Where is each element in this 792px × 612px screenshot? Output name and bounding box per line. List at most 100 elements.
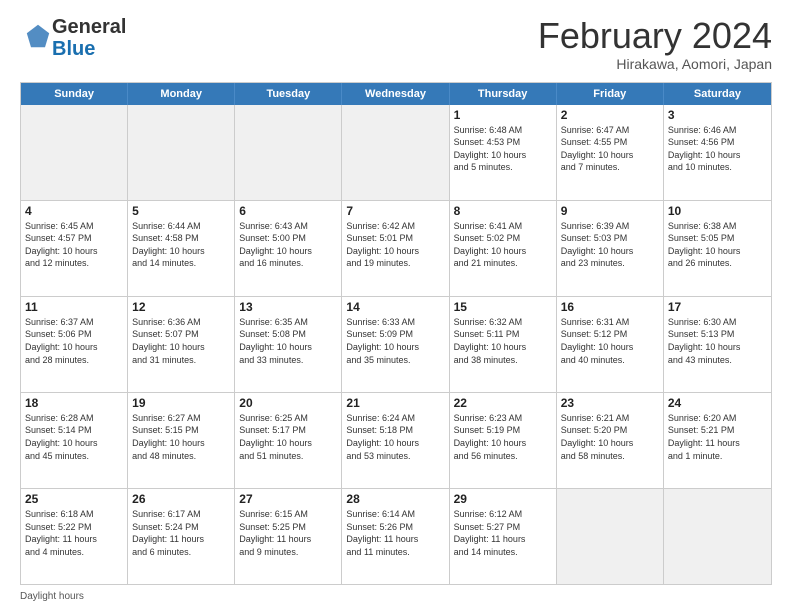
calendar-cell: 11 Sunrise: 6:37 AM Sunset: 5:06 PM Dayli… — [21, 297, 128, 392]
cell-info: Sunrise: 6:17 AM Sunset: 5:24 PM Dayligh… — [132, 508, 230, 558]
calendar: SundayMondayTuesdayWednesdayThursdayFrid… — [20, 82, 772, 585]
day-number: 25 — [25, 492, 123, 506]
calendar-cell: 9 Sunrise: 6:39 AM Sunset: 5:03 PM Daylig… — [557, 201, 664, 296]
calendar-cell: 23Sunrise: 6:21 AM Sunset: 5:20 PM Dayli… — [557, 393, 664, 488]
page: General Blue February 2024 Hirakawa, Aom… — [0, 0, 792, 612]
day-number: 6 — [239, 204, 337, 218]
cell-info: Sunrise: 6:14 AM Sunset: 5:26 PM Dayligh… — [346, 508, 444, 558]
calendar-cell: 13 Sunrise: 6:35 AM Sunset: 5:08 PM Dayli… — [235, 297, 342, 392]
logo: General Blue — [20, 16, 126, 60]
day-number: 1 — [454, 108, 552, 122]
month-title: February 2024 — [538, 16, 772, 56]
day-number: 14 — [346, 300, 444, 314]
cell-info: Sunrise: 6:18 AM Sunset: 5:22 PM Dayligh… — [25, 508, 123, 558]
calendar-cell: 7 Sunrise: 6:42 AM Sunset: 5:01 PM Daylig… — [342, 201, 449, 296]
day-number: 17 — [668, 300, 767, 314]
cell-info: Sunrise: 6:30 AM Sunset: 5:13 PM Dayligh… — [668, 316, 767, 366]
calendar-row: 1 Sunrise: 6:48 AM Sunset: 4:53 PM Daylig… — [21, 105, 771, 201]
cell-info: Sunrise: 6:15 AM Sunset: 5:25 PM Dayligh… — [239, 508, 337, 558]
day-number: 2 — [561, 108, 659, 122]
cell-info: Sunrise: 6:42 AM Sunset: 5:01 PM Dayligh… — [346, 220, 444, 270]
cell-info: Sunrise: 6:25 AM Sunset: 5:17 PM Dayligh… — [239, 412, 337, 462]
calendar-cell: 17 Sunrise: 6:30 AM Sunset: 5:13 PM Dayli… — [664, 297, 771, 392]
day-number: 7 — [346, 204, 444, 218]
calendar-cell — [557, 489, 664, 584]
cell-info: Sunrise: 6:35 AM Sunset: 5:08 PM Dayligh… — [239, 316, 337, 366]
day-name-sunday: Sunday — [21, 83, 128, 105]
day-number: 9 — [561, 204, 659, 218]
calendar-cell: 18Sunrise: 6:28 AM Sunset: 5:14 PM Dayli… — [21, 393, 128, 488]
calendar-cell — [342, 105, 449, 200]
calendar-cell: 4Sunrise: 6:45 AM Sunset: 4:57 PM Daylig… — [21, 201, 128, 296]
calendar-cell — [664, 489, 771, 584]
calendar-cell: 15Sunrise: 6:32 AM Sunset: 5:11 PM Dayli… — [450, 297, 557, 392]
cell-info: Sunrise: 6:43 AM Sunset: 5:00 PM Dayligh… — [239, 220, 337, 270]
day-number: 20 — [239, 396, 337, 410]
day-number: 29 — [454, 492, 552, 506]
calendar-cell: 20 Sunrise: 6:25 AM Sunset: 5:17 PM Dayli… — [235, 393, 342, 488]
day-number: 22 — [454, 396, 552, 410]
day-name-friday: Friday — [557, 83, 664, 105]
cell-info: Sunrise: 6:44 AM Sunset: 4:58 PM Dayligh… — [132, 220, 230, 270]
cell-info: Sunrise: 6:41 AM Sunset: 5:02 PM Dayligh… — [454, 220, 552, 270]
calendar-cell: 29Sunrise: 6:12 AM Sunset: 5:27 PM Dayli… — [450, 489, 557, 584]
calendar-cell: 2 Sunrise: 6:47 AM Sunset: 4:55 PM Daylig… — [557, 105, 664, 200]
calendar-cell: 21Sunrise: 6:24 AM Sunset: 5:18 PM Dayli… — [342, 393, 449, 488]
location-subtitle: Hirakawa, Aomori, Japan — [538, 56, 772, 72]
calendar-cell: 3 Sunrise: 6:46 AM Sunset: 4:56 PM Daylig… — [664, 105, 771, 200]
cell-info: Sunrise: 6:45 AM Sunset: 4:57 PM Dayligh… — [25, 220, 123, 270]
calendar-row: 25 Sunrise: 6:18 AM Sunset: 5:22 PM Dayli… — [21, 489, 771, 584]
cell-info: Sunrise: 6:39 AM Sunset: 5:03 PM Dayligh… — [561, 220, 659, 270]
day-number: 23 — [561, 396, 659, 410]
calendar-cell: 5 Sunrise: 6:44 AM Sunset: 4:58 PM Daylig… — [128, 201, 235, 296]
calendar-cell: 8Sunrise: 6:41 AM Sunset: 5:02 PM Daylig… — [450, 201, 557, 296]
footer-label: Daylight hours — [20, 591, 84, 602]
calendar-row: 18Sunrise: 6:28 AM Sunset: 5:14 PM Dayli… — [21, 393, 771, 489]
day-name-monday: Monday — [128, 83, 235, 105]
calendar-row: 11 Sunrise: 6:37 AM Sunset: 5:06 PM Dayli… — [21, 297, 771, 393]
day-number: 13 — [239, 300, 337, 314]
cell-info: Sunrise: 6:24 AM Sunset: 5:18 PM Dayligh… — [346, 412, 444, 462]
title-block: February 2024 Hirakawa, Aomori, Japan — [538, 16, 772, 72]
day-number: 27 — [239, 492, 337, 506]
cell-info: Sunrise: 6:38 AM Sunset: 5:05 PM Dayligh… — [668, 220, 767, 270]
cell-info: Sunrise: 6:31 AM Sunset: 5:12 PM Dayligh… — [561, 316, 659, 366]
calendar-cell: 14Sunrise: 6:33 AM Sunset: 5:09 PM Dayli… — [342, 297, 449, 392]
cell-info: Sunrise: 6:47 AM Sunset: 4:55 PM Dayligh… — [561, 124, 659, 174]
day-number: 12 — [132, 300, 230, 314]
day-number: 5 — [132, 204, 230, 218]
logo-blue-text: Blue — [52, 38, 95, 60]
day-number: 18 — [25, 396, 123, 410]
day-number: 24 — [668, 396, 767, 410]
day-number: 15 — [454, 300, 552, 314]
calendar-cell: 24Sunrise: 6:20 AM Sunset: 5:21 PM Dayli… — [664, 393, 771, 488]
day-number: 19 — [132, 396, 230, 410]
calendar-row: 4Sunrise: 6:45 AM Sunset: 4:57 PM Daylig… — [21, 201, 771, 297]
day-number: 11 — [25, 300, 123, 314]
cell-info: Sunrise: 6:46 AM Sunset: 4:56 PM Dayligh… — [668, 124, 767, 174]
cell-info: Sunrise: 6:37 AM Sunset: 5:06 PM Dayligh… — [25, 316, 123, 366]
calendar-cell: 25 Sunrise: 6:18 AM Sunset: 5:22 PM Dayli… — [21, 489, 128, 584]
day-name-saturday: Saturday — [664, 83, 771, 105]
day-number: 16 — [561, 300, 659, 314]
cell-info: Sunrise: 6:36 AM Sunset: 5:07 PM Dayligh… — [132, 316, 230, 366]
day-number: 26 — [132, 492, 230, 506]
calendar-header: SundayMondayTuesdayWednesdayThursdayFrid… — [21, 83, 771, 105]
calendar-cell: 12 Sunrise: 6:36 AM Sunset: 5:07 PM Dayli… — [128, 297, 235, 392]
day-number: 3 — [668, 108, 767, 122]
calendar-cell: 22 Sunrise: 6:23 AM Sunset: 5:19 PM Dayli… — [450, 393, 557, 488]
day-name-tuesday: Tuesday — [235, 83, 342, 105]
cell-info: Sunrise: 6:23 AM Sunset: 5:19 PM Dayligh… — [454, 412, 552, 462]
calendar-cell — [128, 105, 235, 200]
day-number: 10 — [668, 204, 767, 218]
calendar-cell — [21, 105, 128, 200]
cell-info: Sunrise: 6:48 AM Sunset: 4:53 PM Dayligh… — [454, 124, 552, 174]
calendar-cell: 1 Sunrise: 6:48 AM Sunset: 4:53 PM Daylig… — [450, 105, 557, 200]
header: General Blue February 2024 Hirakawa, Aom… — [20, 16, 772, 72]
cell-info: Sunrise: 6:27 AM Sunset: 5:15 PM Dayligh… — [132, 412, 230, 462]
calendar-cell: 6 Sunrise: 6:43 AM Sunset: 5:00 PM Daylig… — [235, 201, 342, 296]
calendar-cell — [235, 105, 342, 200]
logo-icon — [24, 22, 52, 50]
calendar-cell: 10 Sunrise: 6:38 AM Sunset: 5:05 PM Dayli… — [664, 201, 771, 296]
calendar-body: 1 Sunrise: 6:48 AM Sunset: 4:53 PM Daylig… — [21, 105, 771, 584]
